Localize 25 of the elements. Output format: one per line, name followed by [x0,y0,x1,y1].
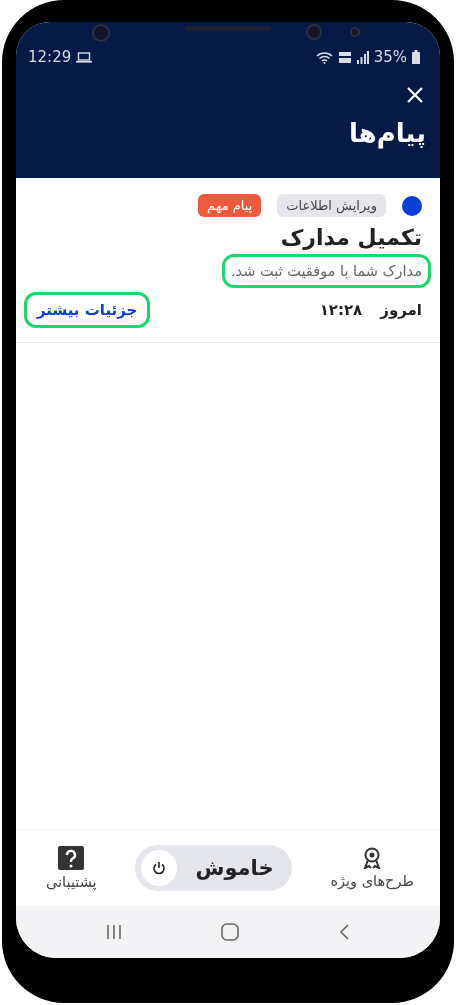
battery-icon [412,50,420,64]
home-icon [221,923,239,941]
message-title: تکمیل مدارک [279,225,422,250]
back-icon [338,924,351,940]
more-details-link[interactable]: جزئیات بیشتر [24,292,151,328]
tag: ویرایش اطلاعات [277,194,386,217]
laptop-icon [76,51,93,63]
status-time: 12:29 [28,48,72,66]
power-toggle[interactable]: خاموش [135,845,292,891]
nav-item[interactable]: پشتیبانی [46,846,97,890]
close-icon [406,86,424,104]
wifi-icon [315,50,333,64]
signal-icon [356,50,369,64]
message-time: ۱۲:۲۸ [319,301,363,319]
tag: پیام مهم [198,194,262,217]
recent-apps-icon [105,924,122,940]
message-date: امروز [380,301,422,319]
message-text: مدارک شما با موفقیت ثبت شد. [222,254,431,288]
power-icon [152,861,167,875]
page-title: پیام‌ها [349,118,426,148]
battery-percent: 35% [373,48,407,66]
sensor-dot [350,27,360,37]
nav-item[interactable]: طرح‌های ویژه [330,847,414,889]
award-icon [362,847,383,869]
help-icon [58,846,85,870]
